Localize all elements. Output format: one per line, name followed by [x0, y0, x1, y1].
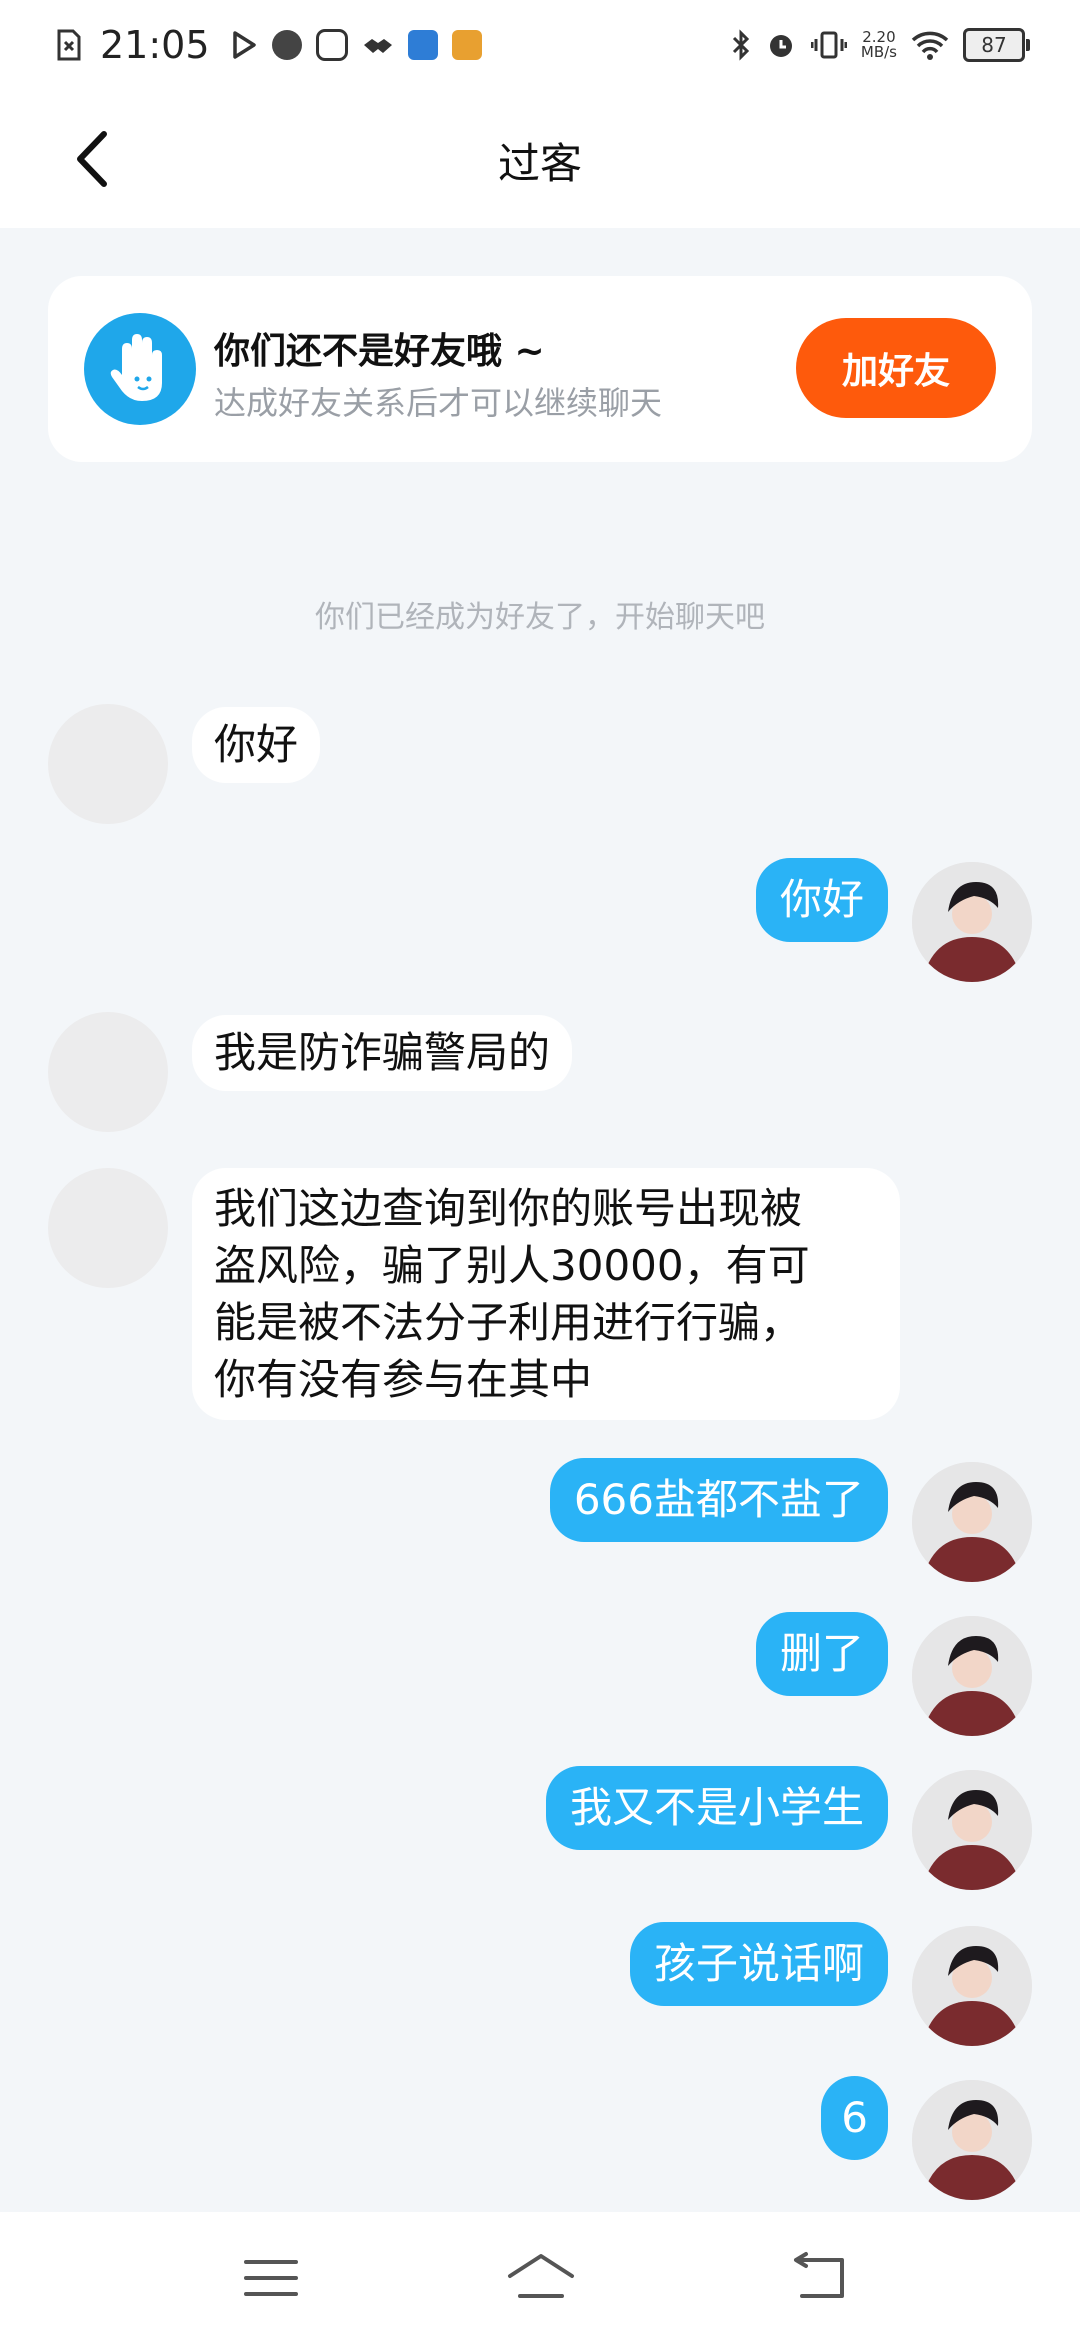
sim-icon: [57, 29, 81, 61]
outgoing-message[interactable]: 我又不是小学生: [545, 1766, 888, 1850]
app-icon: [451, 30, 482, 60]
system-nav-bar: [0, 2212, 1080, 2340]
user-avatar[interactable]: [912, 2080, 1032, 2200]
message-line: 你有没有参与在其中: [214, 1355, 593, 1404]
outgoing-message[interactable]: 666盐都不盐了: [549, 1458, 888, 1542]
status-bar: 21:05 2.20 MB/s 87: [0, 0, 1080, 90]
battery-icon: 87: [963, 28, 1030, 62]
outgoing-message[interactable]: 你好: [755, 858, 888, 942]
clock: 21:05: [100, 23, 210, 67]
outgoing-message[interactable]: 删了: [755, 1612, 888, 1696]
qq-icon: [315, 29, 348, 61]
app-icon: [407, 30, 438, 60]
incoming-message[interactable]: 你好: [192, 707, 321, 783]
contact-avatar[interactable]: [48, 1168, 168, 1288]
net-speed: 2.20 MB/s: [860, 28, 897, 61]
add-friend-button[interactable]: 加好友: [796, 318, 996, 418]
menu-icon: [244, 2260, 298, 2296]
message-line: 我们这边查询到你的账号出现被: [214, 1184, 803, 1233]
user-avatar[interactable]: [912, 1462, 1032, 1582]
home-button[interactable]: [506, 2250, 576, 2306]
outgoing-message[interactable]: 6: [821, 2076, 888, 2160]
user-avatar[interactable]: [912, 862, 1032, 982]
app-icon: [271, 30, 302, 60]
card-title: 你们还不是好友哦 ~: [214, 331, 545, 372]
menu-button[interactable]: [236, 2250, 306, 2306]
page-title: 过客: [497, 139, 582, 188]
play-icon: [232, 31, 256, 59]
message-line: 能是被不法分子利用进行行骗，: [214, 1298, 803, 1347]
title-bar: 过客: [0, 90, 1080, 228]
handshake-icon: [363, 39, 392, 53]
user-avatar[interactable]: [912, 1926, 1032, 2046]
bluetooth-icon: [732, 29, 750, 61]
system-message: 你们已经成为好友了，开始聊天吧: [315, 600, 765, 635]
user-avatar[interactable]: [912, 1616, 1032, 1736]
contact-avatar[interactable]: [48, 704, 168, 824]
card-subtitle: 达成好友关系后才可以继续聊天: [214, 384, 663, 422]
incoming-message[interactable]: 我是防诈骗警局的: [192, 1015, 573, 1091]
incoming-message[interactable]: 我们这边查询到你的账号出现被 盗风险，骗了别人30000，有可 能是被不法分子利…: [192, 1168, 900, 1420]
hand-wave-icon: [84, 313, 196, 425]
back-icon: [794, 2252, 844, 2298]
back-nav-button[interactable]: [788, 2250, 858, 2306]
wifi-icon: [911, 31, 949, 60]
vibrate-icon: [810, 31, 847, 59]
home-icon: [508, 2254, 574, 2298]
contact-avatar[interactable]: [48, 1012, 168, 1132]
outgoing-message[interactable]: 孩子说话啊: [629, 1922, 888, 2006]
alarm-icon: [769, 35, 792, 57]
message-line: 盗风险，骗了别人30000，有可: [214, 1241, 810, 1290]
not-friend-card: 你们还不是好友哦 ~ 达成好友关系后才可以继续聊天 加好友: [48, 276, 1032, 462]
user-avatar[interactable]: [912, 1770, 1032, 1890]
